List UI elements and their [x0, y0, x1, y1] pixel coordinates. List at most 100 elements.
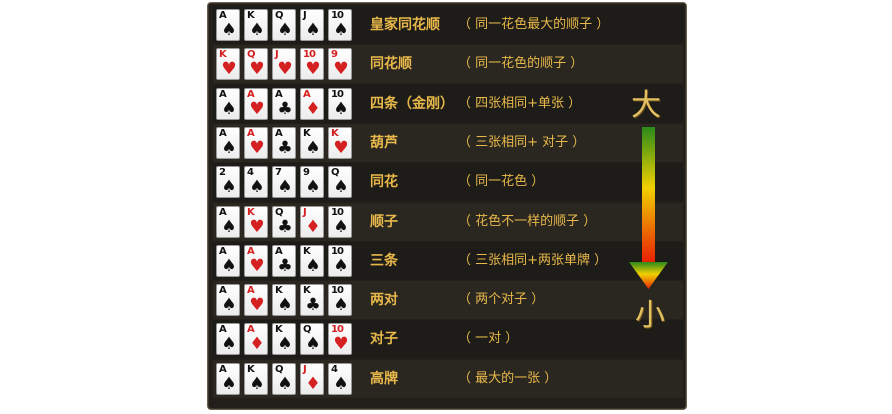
playing-card: K ♠: [300, 126, 324, 159]
hand-description: （ 三张相同+ 对子 ）: [458, 134, 586, 150]
card-suit-icon: ♣: [277, 98, 293, 119]
hand-name: 对子: [370, 331, 398, 348]
card-suit-icon: ♦: [305, 98, 321, 119]
hand-row: A ♠ K ♠ Q ♠ J ♦ 4 ♠ 高牌 （ 最大的一张 ）: [213, 359, 683, 398]
playing-card: A ♥: [244, 244, 268, 277]
playing-card: Q ♠: [300, 323, 324, 356]
card-suit-icon: ♠: [277, 177, 293, 198]
playing-card: Q ♠: [328, 166, 352, 199]
card-suit-icon: ♠: [277, 295, 293, 316]
playing-card: A ♥: [244, 87, 268, 120]
card-suit-icon: ♥: [333, 137, 349, 158]
playing-card: A ♦: [244, 323, 268, 356]
playing-card: 10 ♠: [328, 205, 352, 238]
hand-name: 高牌: [370, 370, 398, 387]
card-suit-icon: ♠: [249, 373, 265, 394]
playing-card: A ♠: [216, 87, 240, 120]
card-rank: A: [247, 88, 255, 100]
playing-card: A ♣: [272, 87, 296, 120]
hand-row: K ♥ Q ♥ J ♥ 10 ♥ 9 ♥ 同花顺 （ 同一花色的顺子 ）: [213, 45, 683, 84]
playing-card: 9 ♥: [328, 48, 352, 81]
hand-description: （ 四张相同+单张 ）: [458, 95, 582, 111]
playing-card: 10 ♠: [328, 87, 352, 120]
hand-row: A ♠ K ♠ Q ♠ J ♠ 10 ♠ 皇家同花顺 （ 同一花色最大的顺子 ）: [213, 6, 683, 44]
card-suit-icon: ♥: [221, 59, 237, 80]
card-suit-icon: ♥: [305, 59, 321, 80]
card-suit-icon: ♠: [221, 98, 237, 119]
playing-card: K ♠: [244, 362, 268, 395]
card-suit-icon: ♠: [221, 137, 237, 158]
card-suit-icon: ♠: [333, 98, 349, 119]
card-suit-icon: ♠: [221, 177, 237, 198]
card-suit-icon: ♣: [277, 137, 293, 158]
card-rank: 10: [331, 88, 344, 100]
hand-row: A ♠ K ♥ Q ♣ J ♦ 10 ♠ 顺子（ 花色不一样的顺子 ）: [213, 202, 683, 241]
card-suit-icon: ♠: [333, 177, 349, 198]
card-suit-icon: ♥: [249, 255, 265, 276]
card-suit-icon: ♠: [277, 334, 293, 355]
playing-card: J ♥: [272, 48, 296, 81]
card-rank: Q: [275, 206, 283, 218]
hand-description: （ 一对 ）: [458, 331, 519, 347]
hand-name: 同花顺: [370, 56, 412, 73]
rank-high-label: 大: [631, 88, 661, 123]
hand-description: （ 两个对子 ）: [458, 292, 545, 308]
playing-card: K ♣: [300, 284, 324, 317]
playing-card: J ♦: [300, 362, 324, 395]
playing-card: 7 ♠: [272, 166, 296, 199]
card-suit-icon: ♥: [249, 98, 265, 119]
playing-card: 10 ♥: [328, 323, 352, 356]
hand-row: A ♠ A ♥ K ♠ K ♣ 10 ♠ 两对 （ 两个对子 ）: [213, 281, 683, 320]
card-suit-icon: ♠: [333, 216, 349, 237]
card-suit-icon: ♠: [333, 20, 349, 40]
hand-name: 葫芦: [370, 134, 398, 151]
playing-card: 10 ♠: [328, 284, 352, 317]
card-suit-icon: ♠: [221, 373, 237, 394]
hand-description: （ 同一花色 ）: [458, 174, 545, 190]
playing-card: K ♠: [272, 323, 296, 356]
hand-name: 皇家同花顺: [370, 17, 440, 33]
card-suit-icon: ♠: [305, 334, 321, 355]
playing-card: A ♠: [216, 362, 240, 395]
card-rank: J: [303, 206, 307, 218]
playing-card: Q ♥: [244, 48, 268, 81]
card-suit-icon: ♣: [305, 295, 321, 316]
card-suit-icon: ♠: [333, 255, 349, 276]
playing-card: A ♥: [244, 284, 268, 317]
playing-card: A ♥: [244, 126, 268, 159]
hand-row: 2 ♠ 4 ♠ 7 ♠ 9 ♠ Q ♠ 同花 （ 同一花色 ）: [213, 163, 683, 202]
card-suit-icon: ♠: [221, 255, 237, 276]
card-rank: 10: [331, 206, 344, 218]
card-rank: A: [219, 88, 227, 100]
hand-name: 三条: [370, 252, 398, 269]
card-suit-icon: ♠: [305, 137, 321, 158]
hand-row: A ♠ A ♦ K ♠ Q ♠ 10 ♥ 对子 （ 一对 ）: [213, 320, 683, 359]
card-suit-icon: ♥: [249, 59, 265, 80]
playing-card: 2 ♠: [216, 166, 240, 199]
hand-row: A ♠ A ♥ A ♣ K ♠ 10 ♠ 三条 （ 三张相同+两张单牌 ）: [213, 241, 683, 280]
playing-card: 10 ♠: [328, 9, 352, 41]
hand-name: 同花: [370, 174, 398, 191]
card-suit-icon: ♠: [333, 373, 349, 394]
card-suit-icon: ♥: [249, 216, 265, 237]
card-suit-icon: ♠: [221, 20, 237, 40]
playing-card: Q ♠: [272, 362, 296, 395]
playing-card: A ♠: [216, 126, 240, 159]
playing-card: A ♠: [216, 9, 240, 41]
hand-name: 四条（金刚）: [370, 95, 454, 112]
playing-card: K ♠: [300, 244, 324, 277]
hand-row: A ♠ A ♥ A ♣ A ♦ 10 ♠ 四条（金刚）（ 四张相同+单张 ）: [213, 84, 683, 123]
card-suit-icon: ♠: [221, 216, 237, 237]
hand-row: A ♠ A ♥ A ♣ K ♠ K ♥ 葫芦 （ 三张相同+ 对子 ）: [213, 123, 683, 162]
hand-name: 顺子: [370, 213, 398, 230]
card-suit-icon: ♠: [305, 255, 321, 276]
card-suit-icon: ♥: [249, 137, 265, 158]
playing-card: 9 ♠: [300, 166, 324, 199]
card-suit-icon: ♥: [249, 295, 265, 316]
playing-card: 10 ♥: [300, 48, 324, 81]
hand-description: （ 花色不一样的顺子 ）: [458, 213, 597, 229]
card-suit-icon: ♦: [249, 334, 265, 355]
card-suit-icon: ♥: [333, 334, 349, 355]
playing-card: Q ♣: [272, 205, 296, 238]
card-rank: A: [219, 206, 227, 218]
